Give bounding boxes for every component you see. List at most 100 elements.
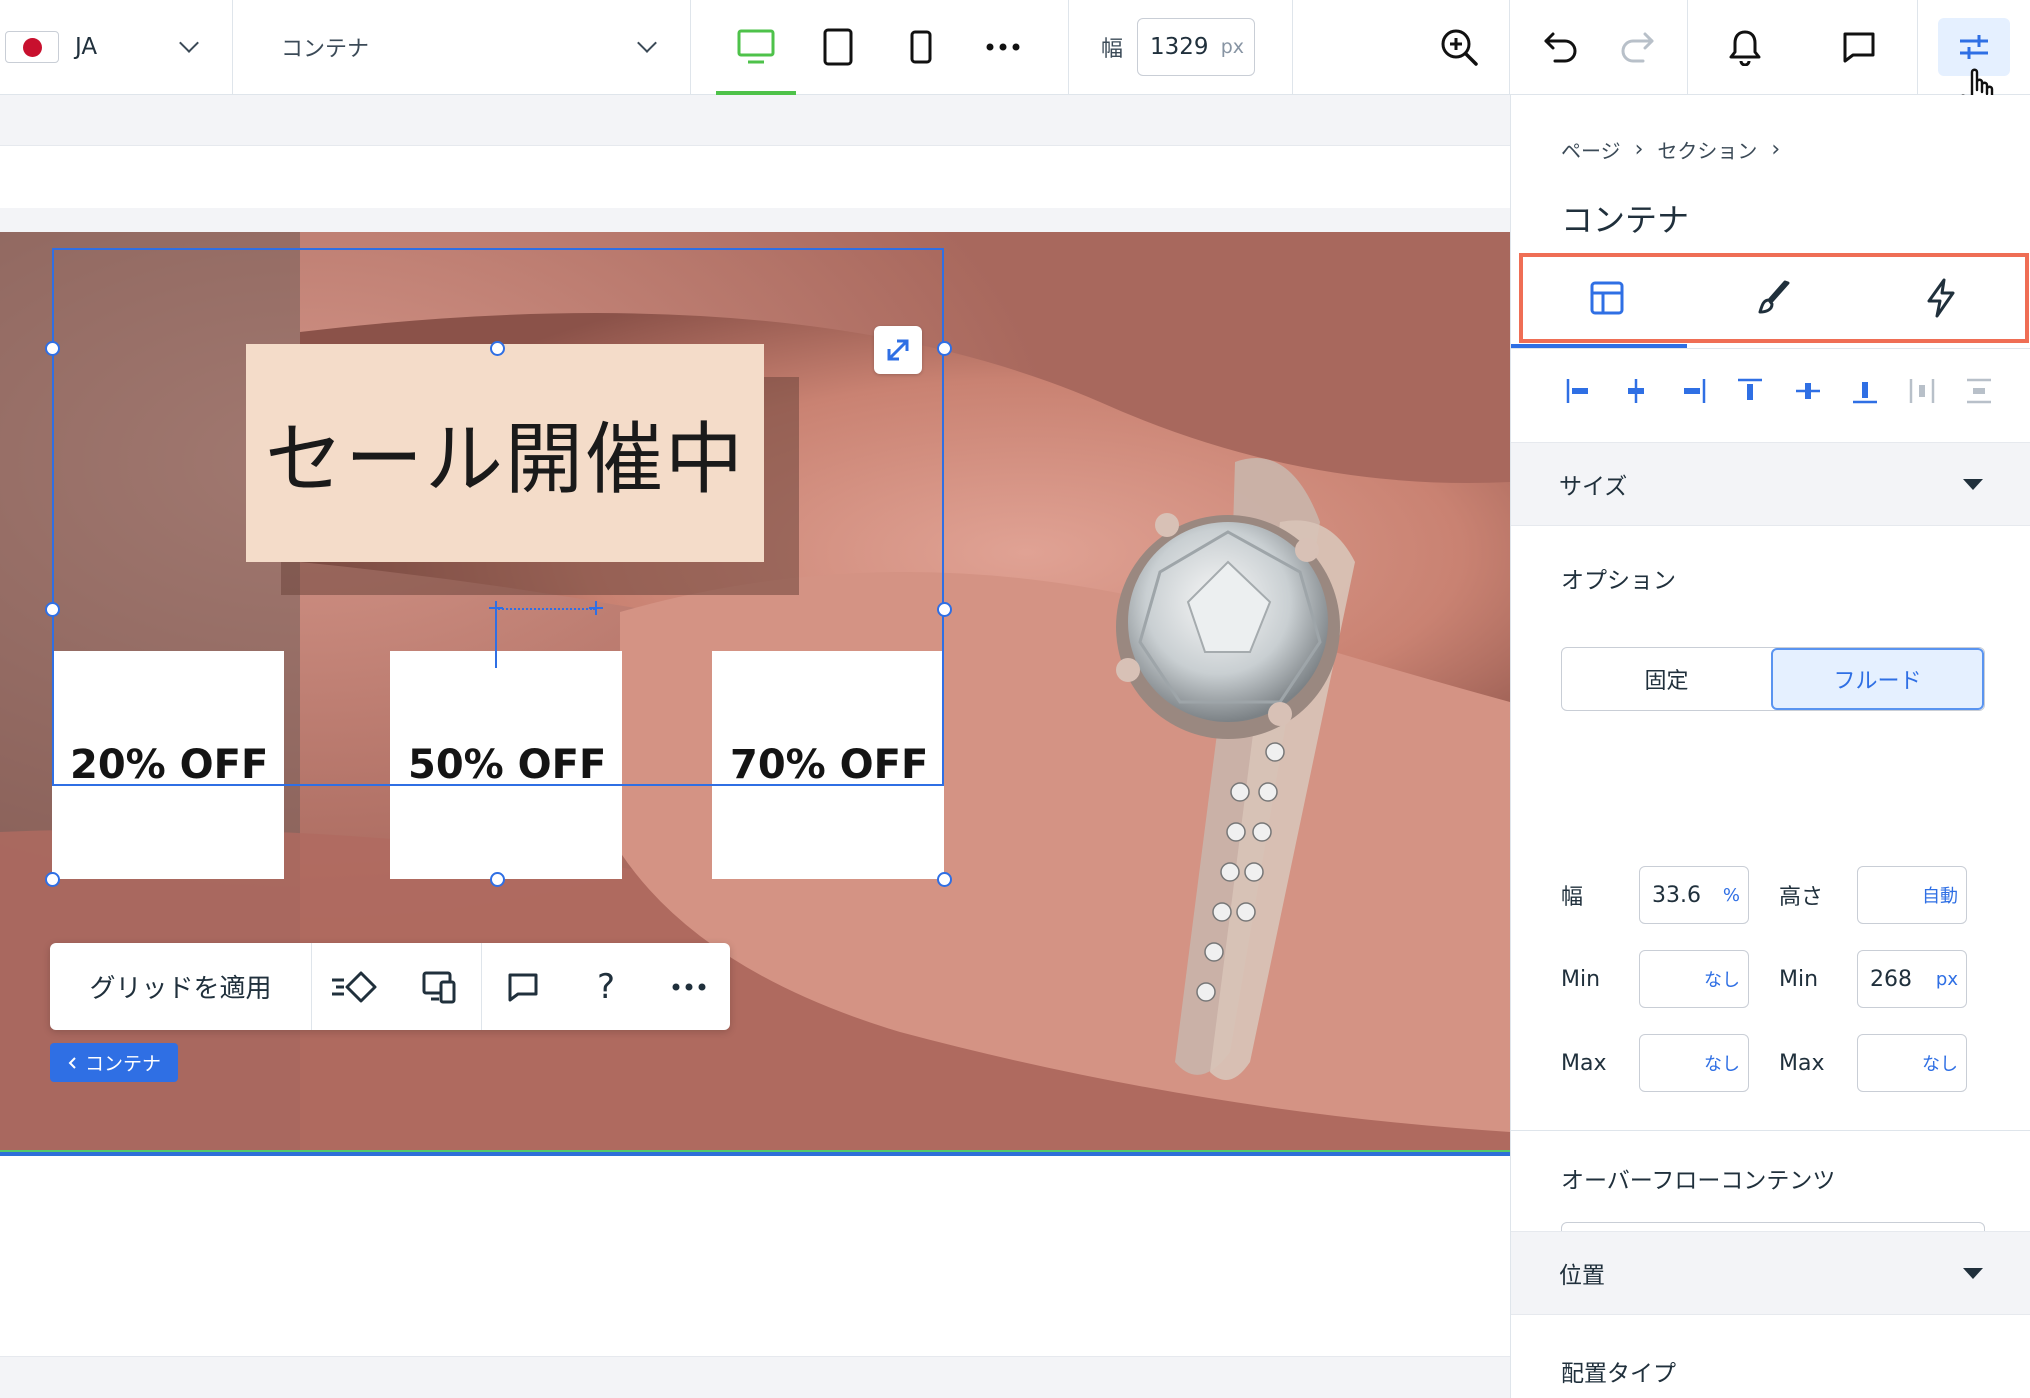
min-height-input[interactable]: 268 px (1857, 950, 1967, 1008)
min-width-value: なし (1704, 970, 1740, 991)
resize-handle[interactable] (45, 341, 60, 356)
inspector-panel: ページ › セクション › コンテナ サイズ オプション 固定 フルード 幅 3… (1510, 95, 2030, 1398)
min-row: Min なし Min 268 px (1561, 950, 2001, 1008)
selected-container-outline[interactable] (52, 248, 944, 786)
distribute-horizontal-button[interactable] (1902, 371, 1942, 411)
panel-divider (1511, 1130, 2030, 1131)
align-middle-button[interactable] (1788, 371, 1828, 411)
align-left-icon (1566, 379, 1588, 403)
chevron-right-icon: › (1634, 137, 1644, 162)
resize-handle[interactable] (937, 602, 952, 617)
align-top-button[interactable] (1730, 371, 1770, 411)
comment-icon[interactable] (1841, 30, 1877, 64)
align-bottom-button[interactable] (1845, 371, 1885, 411)
options-label: オプション (1561, 568, 1676, 594)
size-row: 幅 33.6 % 高さ 自動 (1561, 866, 2001, 924)
overflow-label: オーバーフローコンテンツ (1561, 1168, 1836, 1194)
responsive-button[interactable] (415, 963, 463, 1011)
stretch-button[interactable] (874, 326, 922, 374)
apply-grid-button[interactable]: グリッドを適用 (50, 943, 312, 1030)
layout-icon (1590, 281, 1624, 315)
page-selector[interactable]: コンテナ (233, 0, 691, 94)
align-top-icon (1738, 378, 1763, 400)
max-width-label: Max (1561, 1050, 1607, 1076)
animation-button[interactable] (330, 963, 378, 1011)
paintbrush-icon (1758, 280, 1790, 314)
align-center-horizontal-icon (1628, 379, 1645, 403)
expand-arrows-icon (887, 339, 909, 361)
width-input[interactable]: 33.6 % (1639, 866, 1749, 924)
more-actions-button[interactable] (665, 963, 713, 1011)
bell-icon[interactable] (1728, 28, 1762, 66)
next-section (0, 1156, 1510, 1356)
zoom-in-icon[interactable] (1439, 27, 1479, 67)
height-value: 自動 (1922, 886, 1958, 907)
more-devices-button[interactable] (963, 0, 1043, 95)
breadcrumb-section[interactable]: セクション (1657, 135, 1757, 164)
chevron-down-icon (179, 33, 199, 53)
tabs-divider (1511, 348, 2030, 349)
animation-icon (332, 971, 377, 1002)
align-right-button[interactable] (1673, 371, 1713, 411)
placement-type-label: 配置タイプ (1561, 1361, 1676, 1387)
min-width-label: Min (1561, 966, 1601, 992)
size-section-header[interactable]: サイズ (1511, 442, 2030, 526)
resize-handle[interactable] (490, 872, 505, 887)
align-left-button[interactable] (1559, 371, 1599, 411)
canvas-width-control: 幅 1329 px (1069, 0, 1293, 94)
min-height-unit: px (1935, 968, 1958, 990)
min-height-value: 268 (1870, 966, 1912, 992)
comment-icon (508, 973, 538, 1001)
language-selector[interactable]: JA (0, 0, 233, 94)
canvas-width-input[interactable]: 1329 px (1137, 18, 1256, 76)
japan-flag-icon (5, 31, 59, 63)
fixed-option[interactable]: 固定 (1562, 648, 1771, 710)
chevron-right-icon: › (1771, 137, 1781, 162)
position-section-header[interactable]: 位置 (1511, 1231, 2030, 1315)
resize-handle[interactable] (490, 341, 505, 356)
align-right-icon (1684, 379, 1706, 403)
width-value: 33.6 (1652, 882, 1701, 908)
chevron-left-icon (68, 1056, 76, 1069)
section-gap (0, 208, 1510, 232)
tab-design[interactable] (1694, 258, 1854, 338)
sliders-icon (1960, 35, 1988, 59)
tab-layout[interactable] (1527, 258, 1687, 338)
tablet-view-button[interactable] (798, 0, 878, 95)
resize-handle[interactable] (937, 872, 952, 887)
devices-icon (422, 971, 456, 1003)
mobile-view-button[interactable] (881, 0, 961, 95)
width-unit: % (1722, 884, 1740, 906)
breadcrumb-page[interactable]: ページ (1561, 135, 1621, 164)
max-width-input[interactable]: なし (1639, 1034, 1749, 1092)
fluid-option[interactable]: フルード (1771, 648, 1984, 710)
height-label: 高さ (1779, 885, 1824, 910)
mobile-icon (910, 30, 932, 64)
redo-icon[interactable] (1619, 30, 1655, 64)
max-row: Max なし Max なし (1561, 1034, 2001, 1092)
desktop-view-button[interactable] (716, 0, 797, 95)
parent-container-label: コンテナ (84, 1053, 161, 1075)
height-input[interactable]: 自動 (1857, 866, 1967, 924)
alignment-controls (1559, 363, 1999, 419)
width-value: 1329 (1150, 34, 1209, 60)
resize-handle[interactable] (45, 872, 60, 887)
size-section-title: サイズ (1559, 474, 1628, 500)
resize-handle[interactable] (937, 341, 952, 356)
tab-interactions[interactable] (1861, 258, 2021, 338)
toolbar-group: ? (482, 943, 730, 1030)
min-height-label: Min (1779, 966, 1819, 992)
min-width-input[interactable]: なし (1639, 950, 1749, 1008)
max-width-value: なし (1704, 1054, 1740, 1075)
plus-icon (589, 601, 603, 615)
resize-handle[interactable] (45, 602, 60, 617)
distribute-vertical-button[interactable] (1959, 371, 1999, 411)
comment-button[interactable] (499, 963, 547, 1011)
align-center-h-button[interactable] (1616, 371, 1656, 411)
gap-guide-horizontal (495, 608, 595, 610)
history-controls (1510, 0, 1688, 94)
help-button[interactable]: ? (582, 963, 630, 1011)
parent-container-tag[interactable]: コンテナ (50, 1043, 178, 1082)
max-height-input[interactable]: なし (1857, 1034, 1967, 1092)
undo-icon[interactable] (1543, 30, 1579, 64)
